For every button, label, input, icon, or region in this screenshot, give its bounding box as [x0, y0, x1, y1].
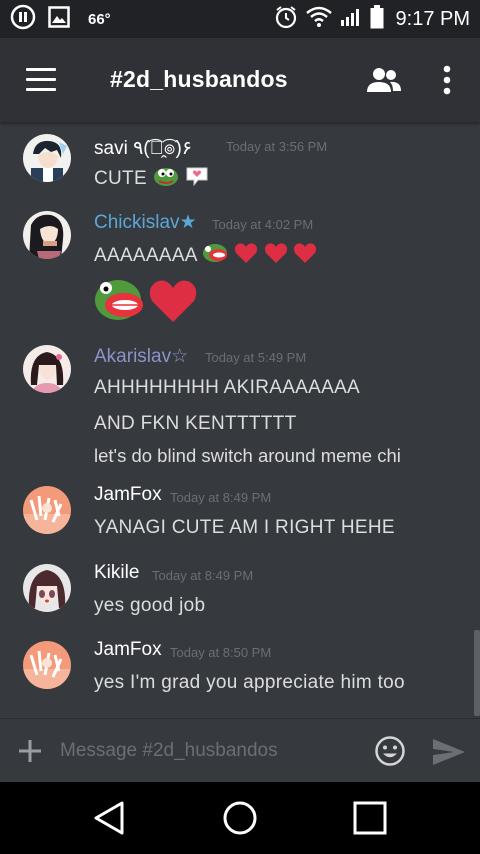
send-icon[interactable]: [432, 738, 466, 766]
message-line: CUTE: [94, 165, 210, 193]
more-vertical-icon[interactable]: [440, 64, 454, 96]
home-icon[interactable]: [222, 800, 258, 836]
channel-header: #2d_husbandos: [0, 38, 480, 122]
author-name[interactable]: JamFox: [94, 484, 162, 506]
alarm-icon: [274, 5, 298, 34]
timestamp: Today at 4:02 PM: [212, 217, 314, 232]
timestamp: Today at 8:49 PM: [152, 568, 254, 583]
avatar[interactable]: [23, 134, 71, 182]
love-letter-icon: [184, 165, 210, 193]
large-heart-icon: [148, 278, 198, 329]
message-text: AAAAAAAA: [94, 245, 197, 267]
author-name[interactable]: Chickislav★: [94, 211, 197, 234]
plus-icon[interactable]: [18, 739, 42, 763]
message-text: AHHHHHHHH AKIRAAAAAAA: [94, 377, 361, 398]
scrollbar-thumb[interactable]: [474, 630, 480, 716]
heart-icon: [264, 242, 288, 270]
message-list[interactable]: savi ٩(͡๏̯͡๏)۶ Today at 3:56 PM CUTE Chi…: [0, 122, 480, 718]
android-nav-bar: [0, 782, 480, 854]
message-line: AAAAAAAA: [94, 242, 317, 270]
avatar[interactable]: [23, 345, 71, 393]
image-icon: [48, 5, 70, 33]
battery-icon: [370, 4, 384, 34]
author-name[interactable]: JamFox: [94, 639, 162, 661]
recents-icon[interactable]: [352, 800, 388, 836]
avatar[interactable]: [23, 211, 71, 259]
message-text: yes I'm grad you appreciate him too: [94, 672, 405, 693]
message-input[interactable]: [60, 735, 350, 767]
message-text: yes good job: [94, 595, 206, 616]
message-composer: [0, 718, 480, 782]
clock-text: 9:17 PM: [395, 7, 470, 30]
timestamp: Today at 5:49 PM: [205, 350, 307, 365]
avatar[interactable]: [23, 486, 71, 534]
channel-title: #2d_husbandos: [110, 66, 288, 92]
smiley-icon[interactable]: [374, 735, 406, 767]
back-icon[interactable]: [92, 800, 126, 836]
heart-icon: [234, 242, 258, 270]
message-text: let's do blind switch around meme chi: [94, 445, 401, 466]
timestamp: Today at 8:49 PM: [170, 490, 272, 505]
pepe-icon: [153, 165, 179, 193]
large-pepe-scream-icon: [94, 278, 144, 329]
message-text: YANAGI CUTE AM I RIGHT HEHE: [94, 517, 395, 538]
signal-icon: [340, 7, 362, 32]
avatar[interactable]: [23, 564, 71, 612]
heart-icon: [293, 242, 317, 270]
notification-icon: [10, 4, 36, 35]
message-text: AND FKN KENTTTTTT: [94, 413, 297, 434]
large-emoji-row: [94, 278, 198, 329]
author-name[interactable]: Kikile: [94, 562, 139, 584]
message-text: CUTE: [94, 168, 147, 190]
timestamp: Today at 8:50 PM: [170, 645, 272, 660]
timestamp: Today at 3:56 PM: [226, 139, 328, 154]
wifi-icon: [305, 6, 332, 33]
status-bar: 66° 9:17 PM: [0, 0, 480, 38]
avatar[interactable]: [23, 641, 71, 689]
members-icon[interactable]: [366, 66, 402, 94]
temperature-text: 66°: [88, 10, 111, 28]
author-name[interactable]: Akarislav☆: [94, 345, 188, 368]
pepe-scream-icon: [202, 242, 228, 270]
author-name[interactable]: savi ٩(͡๏̯͡๏)۶: [94, 133, 192, 163]
hamburger-menu-icon[interactable]: [26, 68, 56, 92]
